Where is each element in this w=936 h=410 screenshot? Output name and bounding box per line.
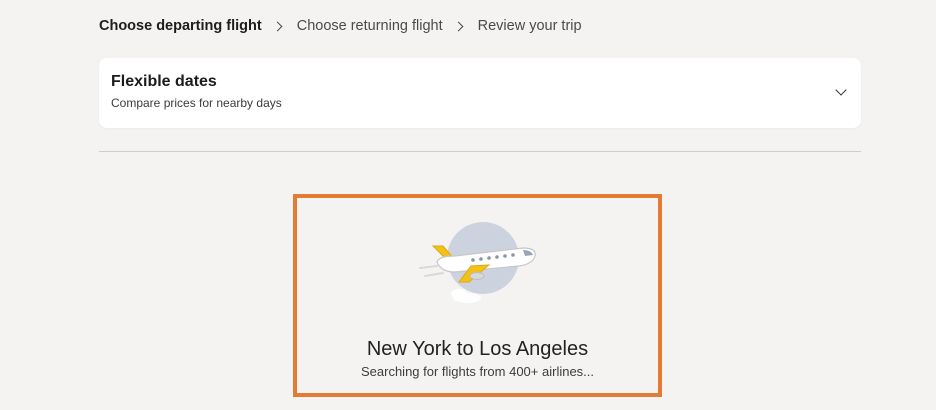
breadcrumb: Choose departing flight Choose returning… xyxy=(99,17,582,35)
breadcrumb-step-review[interactable]: Review your trip xyxy=(478,17,582,35)
chevron-right-icon xyxy=(272,21,283,31)
route-title: New York to Los Angeles xyxy=(366,338,589,360)
flexible-dates-title: Flexible dates xyxy=(111,73,217,90)
flexible-dates-dropdown[interactable]: Flexible dates Compare prices for nearby… xyxy=(99,58,861,128)
chevron-right-icon xyxy=(453,21,464,31)
flight-search-loading-panel: New York to Los Angeles Searching for fl… xyxy=(293,194,662,397)
breadcrumb-step-returning[interactable]: Choose returning flight xyxy=(297,17,443,35)
divider xyxy=(99,151,861,152)
search-status-text: Searching for flights from 400+ airlines… xyxy=(360,364,595,379)
page: Choose departing flight Choose returning… xyxy=(0,0,936,410)
breadcrumb-step-departing[interactable]: Choose departing flight xyxy=(99,17,262,35)
chevron-down-icon[interactable] xyxy=(835,84,847,96)
flexible-dates-subtitle: Compare prices for nearby days xyxy=(111,96,282,110)
airplane-icon xyxy=(415,218,545,308)
